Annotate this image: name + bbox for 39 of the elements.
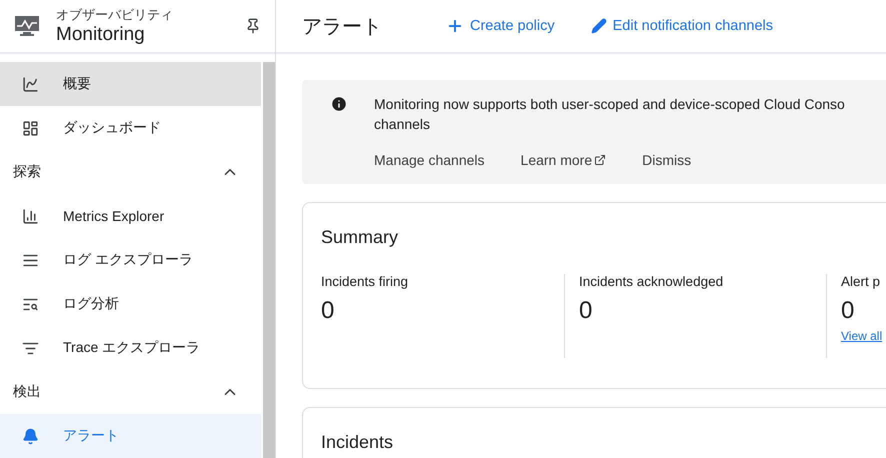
stat-value: 0 <box>321 297 336 325</box>
stat-value: 0 <box>579 297 594 325</box>
stat-label: Alert p <box>841 274 882 289</box>
banner-message: Monitoring now supports both user-scoped and device-scoped Cloud Conso <box>374 95 845 114</box>
nav-item[interactable]: 概要 <box>0 62 261 106</box>
header-action-button[interactable]: Edit notification channels <box>590 17 774 35</box>
nav-section-label: 探索 <box>13 163 41 181</box>
stat-value: 0 <box>841 297 856 325</box>
nav-item[interactable]: Metrics Explorer <box>0 194 261 238</box>
banner-message: channels <box>374 115 432 134</box>
card-title: Incidents <box>321 432 394 453</box>
product-title: Monitoring <box>56 22 146 46</box>
nav-item[interactable]: Trace エクスプローラ <box>0 326 261 370</box>
header-action-button[interactable]: Create policy <box>446 17 555 35</box>
nav-item[interactable]: アラート <box>0 414 261 458</box>
dashboard-icon <box>22 120 39 136</box>
chart-icon <box>22 76 39 92</box>
scrollbar[interactable] <box>263 62 275 458</box>
banner-action-button[interactable]: Learn more <box>520 152 606 168</box>
nav-section-label: 検出 <box>13 383 41 401</box>
banner-action-button[interactable]: Manage channels <box>374 152 485 168</box>
info-icon <box>330 95 348 113</box>
nav-item[interactable]: ダッシュボード <box>0 106 261 150</box>
page-title: アラート <box>302 14 382 40</box>
stat-label: Incidents acknowledged <box>579 274 724 289</box>
view-all-link[interactable]: View all <box>841 329 882 343</box>
product-category: オブザーバビリティ <box>56 6 174 22</box>
pencil-icon <box>590 18 607 34</box>
external-link-icon <box>594 154 606 166</box>
pin-icon[interactable] <box>245 18 261 34</box>
card-title: Summary <box>321 227 400 248</box>
banner-action-button[interactable]: Dismiss <box>642 152 692 168</box>
nav-item[interactable]: ログ エクスプローラ <box>0 238 261 282</box>
stat-label: Incidents firing <box>321 274 410 289</box>
nav-item[interactable]: ログ分析 <box>0 282 261 326</box>
plus-icon <box>446 17 464 35</box>
monitor-icon <box>14 15 40 37</box>
bell-icon <box>22 428 39 444</box>
bar-chart-icon <box>22 208 39 224</box>
